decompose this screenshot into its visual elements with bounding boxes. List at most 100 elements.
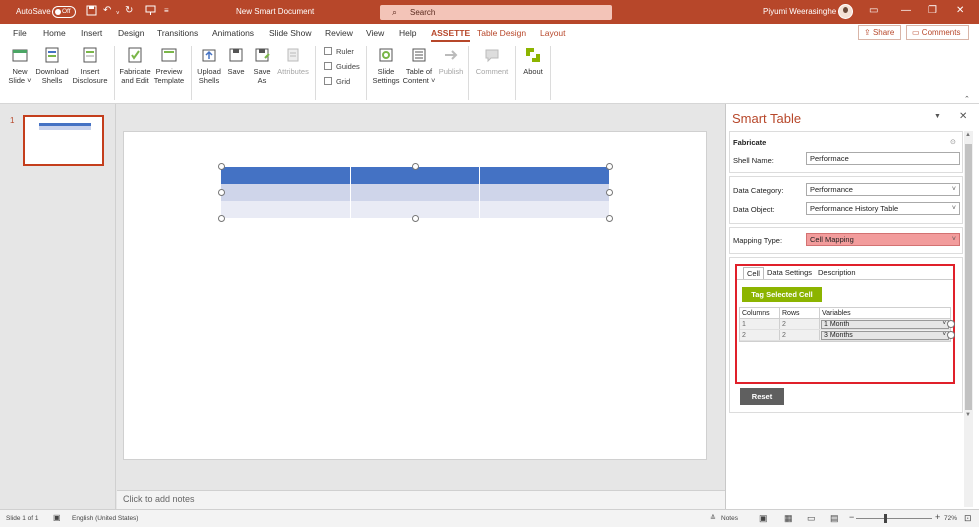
tab-file[interactable]: File <box>13 28 27 38</box>
resize-handle[interactable] <box>606 215 613 222</box>
tab-transitions[interactable]: Transitions <box>157 28 198 38</box>
normal-view-icon[interactable]: ▣ <box>759 513 768 524</box>
table-cell[interactable] <box>221 184 351 201</box>
zoom-level[interactable]: 72% <box>944 515 957 522</box>
spelling-icon[interactable]: ▣ <box>53 513 61 522</box>
resize-handle[interactable] <box>412 215 419 222</box>
variable-select[interactable]: 1 Month ˅ <box>821 320 949 329</box>
table-cell[interactable] <box>480 201 610 218</box>
reset-button[interactable]: Reset <box>740 388 784 405</box>
tab-slide-show[interactable]: Slide Show <box>269 28 312 38</box>
tab-insert[interactable]: Insert <box>81 28 102 38</box>
scrollbar-thumb[interactable] <box>965 144 972 410</box>
avatar[interactable] <box>838 4 853 19</box>
tab-help[interactable]: Help <box>399 28 416 38</box>
insert-disclosure-button[interactable]: Insert Disclosure <box>72 46 108 85</box>
resize-handle[interactable] <box>218 163 225 170</box>
present-icon[interactable] <box>145 5 156 20</box>
save-icon[interactable] <box>86 5 97 20</box>
smart-table[interactable] <box>221 167 610 218</box>
grid-checkbox[interactable]: Grid <box>324 77 350 86</box>
tab-view[interactable]: View <box>366 28 384 38</box>
tab-cell[interactable]: Cell <box>743 267 764 279</box>
resize-handle[interactable] <box>218 189 225 196</box>
preview-template-button[interactable]: Preview Template <box>153 46 185 85</box>
attributes-button[interactable]: Attributes <box>276 46 310 76</box>
ruler-checkbox[interactable]: Ruler <box>324 47 354 56</box>
resize-handle[interactable] <box>218 215 225 222</box>
tab-design[interactable]: Design <box>118 28 144 38</box>
upload-shells-button[interactable]: Upload Shells <box>195 46 223 85</box>
slide-canvas[interactable] <box>123 131 707 460</box>
tab-description[interactable]: Description <box>815 267 859 278</box>
tag-selected-cell-button[interactable]: Tag Selected Cell <box>742 287 822 302</box>
scroll-down-icon[interactable]: ▼ <box>965 412 971 418</box>
pane-options-icon[interactable]: ▼ <box>934 113 941 120</box>
table-cell[interactable] <box>221 201 351 218</box>
collapse-ribbon-icon[interactable]: ⌃ <box>964 95 970 103</box>
autosave-toggle[interactable]: Off <box>52 6 76 18</box>
tab-layout[interactable]: Layout <box>540 28 566 38</box>
publish-button[interactable]: Publish <box>436 46 466 76</box>
redo-icon[interactable]: ↻ <box>125 5 133 17</box>
table-cell[interactable] <box>350 184 481 201</box>
table-cell[interactable] <box>480 167 610 184</box>
close-icon[interactable]: ✕ <box>956 5 964 16</box>
search-box[interactable]: ⌕ Search <box>380 5 612 20</box>
customize-toolbar-icon[interactable]: ≡ <box>164 5 169 17</box>
variable-select[interactable]: 3 Months ˅ <box>821 331 949 340</box>
resize-handle[interactable] <box>606 163 613 170</box>
pane-scrollbar[interactable]: ▲ ▼ <box>964 131 973 507</box>
about-button[interactable]: About <box>520 46 546 76</box>
tab-assette[interactable]: ASSETTE <box>431 28 471 42</box>
comments-button[interactable]: ▭ Comments <box>906 25 969 40</box>
language[interactable]: English (United States) <box>72 515 138 522</box>
slide-settings-button[interactable]: Slide Settings <box>371 46 401 85</box>
tab-table-design[interactable]: Table Design <box>477 28 526 38</box>
table-cell[interactable] <box>221 167 351 184</box>
tab-home[interactable]: Home <box>43 28 66 38</box>
row-radio[interactable] <box>947 331 955 339</box>
row-radio[interactable] <box>947 320 955 328</box>
save-button[interactable]: Save <box>225 46 247 76</box>
scroll-up-icon[interactable]: ▲ <box>965 132 971 138</box>
guides-checkbox[interactable]: Guides <box>324 62 360 71</box>
data-object-select[interactable]: Performance History Table ˅ <box>806 202 960 215</box>
tab-animations[interactable]: Animations <box>212 28 254 38</box>
reading-view-icon[interactable]: ▭ <box>807 513 816 524</box>
comment-button[interactable]: Comment <box>473 46 511 76</box>
tab-review[interactable]: Review <box>325 28 353 38</box>
minimize-icon[interactable]: — <box>901 5 911 16</box>
info-icon[interactable]: ⊙ <box>950 138 956 146</box>
notes-toggle[interactable]: Notes <box>721 515 738 522</box>
slide-thumbnail[interactable] <box>23 115 104 166</box>
undo-dropdown-icon[interactable]: ˅ <box>116 8 120 20</box>
fit-slide-icon[interactable]: ⊡ <box>964 513 972 524</box>
table-row[interactable]: 2 2 3 Months ˅ <box>740 330 950 341</box>
notes-icon[interactable]: ≙ <box>710 514 716 522</box>
resize-handle[interactable] <box>606 189 613 196</box>
shell-name-field[interactable]: Performace <box>806 152 960 165</box>
mapping-type-select[interactable]: Cell Mapping ˅ <box>806 233 960 246</box>
slide-sorter-icon[interactable]: ▦ <box>784 513 793 524</box>
table-of-content-button[interactable]: Table of Content ˅ <box>402 46 436 85</box>
table-cell[interactable] <box>480 184 610 201</box>
zoom-in-icon[interactable]: + <box>935 512 940 522</box>
resize-handle[interactable] <box>412 163 419 170</box>
download-shells-button[interactable]: Download Shells <box>34 46 70 85</box>
close-icon[interactable]: ✕ <box>959 111 967 122</box>
zoom-out-icon[interactable]: − <box>849 512 854 522</box>
zoom-slider-thumb[interactable] <box>884 514 887 523</box>
new-slide-button[interactable]: New Slide ˅ <box>8 46 32 85</box>
user-name[interactable]: Piyumi Weerasinghe <box>763 7 836 16</box>
slideshow-icon[interactable]: ▤ <box>830 513 839 524</box>
undo-icon[interactable]: ↶ <box>103 5 111 17</box>
share-button[interactable]: ⇪ Share <box>858 25 901 40</box>
restore-icon[interactable]: ❐ <box>928 5 937 16</box>
save-as-button[interactable]: Save As <box>251 46 273 85</box>
zoom-slider[interactable] <box>856 518 932 519</box>
table-row[interactable]: 1 2 1 Month ˅ <box>740 319 950 330</box>
ribbon-display-icon[interactable]: ▭ <box>869 5 878 16</box>
notes-area[interactable]: Click to add notes <box>117 490 725 509</box>
fabricate-edit-button[interactable]: Fabricate and Edit <box>118 46 152 85</box>
